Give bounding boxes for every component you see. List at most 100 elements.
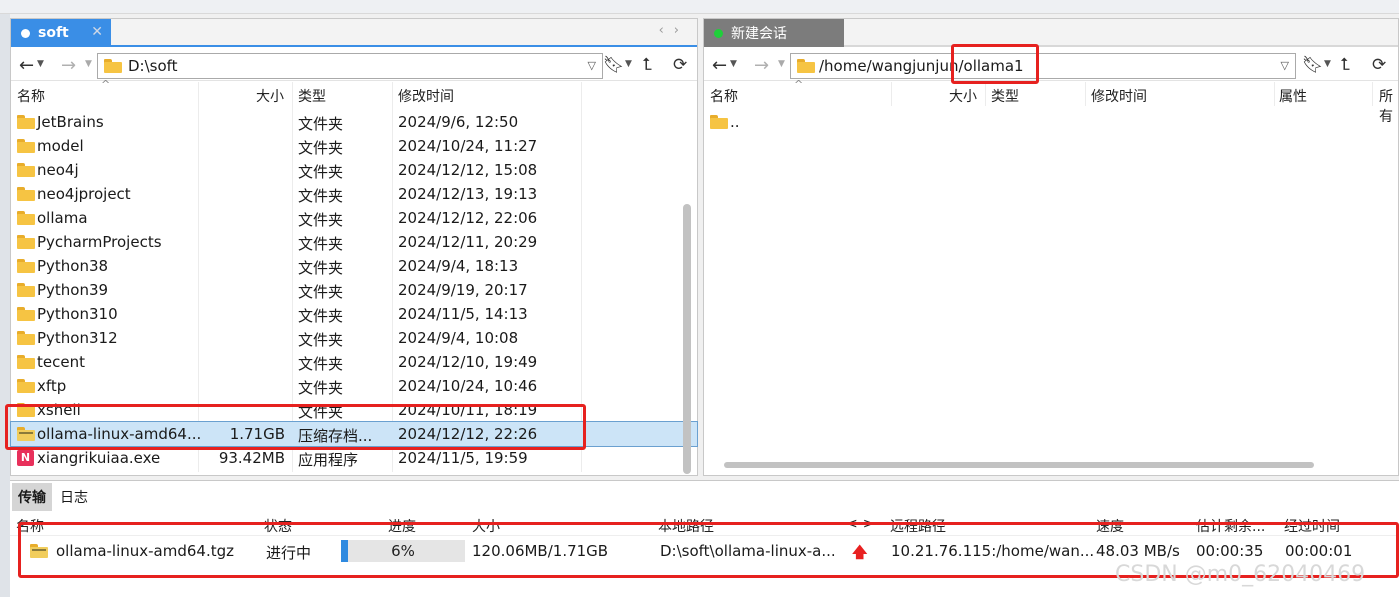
column-divider — [1085, 82, 1086, 106]
col-size[interactable]: 大小 — [949, 86, 977, 106]
forward-arrow-icon[interactable]: → — [61, 55, 76, 76]
folder-icon — [17, 187, 35, 201]
chevron-down-icon[interactable]: ▽ — [588, 59, 596, 72]
file-name: Python312 — [37, 329, 118, 347]
list-item[interactable]: model 文件夹 2024/10/24, 11:27 — [11, 134, 697, 158]
file-type: 文件夹 — [298, 235, 344, 253]
tab-transfer[interactable]: 传输 — [12, 483, 52, 511]
folder-icon — [17, 139, 35, 153]
folder-icon — [17, 283, 35, 297]
tab-remote-session[interactable]: 新建会话 — [704, 19, 844, 47]
top-strip — [0, 0, 1399, 14]
vertical-scrollbar[interactable] — [683, 204, 691, 474]
chevron-down-icon[interactable]: ▼ — [625, 59, 632, 69]
col-size[interactable]: 大小 — [256, 86, 284, 106]
list-item[interactable]: Python38 文件夹 2024/9/4, 18:13 — [11, 254, 697, 278]
annotation-box-remote-path — [951, 44, 1039, 84]
local-column-header: 名称 ^ 大小 类型 修改时间 — [11, 78, 697, 106]
chevron-down-icon[interactable]: ▽ — [1281, 59, 1289, 72]
file-name: Python38 — [37, 257, 109, 275]
remote-path-input[interactable]: /home/wangjunjun/ollama1 ▽ — [790, 53, 1296, 79]
file-modified: 2024/11/5, 14:13 — [398, 305, 528, 323]
parent-folder-icon[interactable]: ⮤ — [642, 55, 652, 75]
file-type: 应用程序 — [298, 451, 359, 469]
sort-caret-icon: ^ — [101, 78, 111, 91]
local-path-input[interactable]: D:\soft ▽ — [97, 53, 603, 79]
parent-folder-icon[interactable]: ⮤ — [1340, 55, 1350, 75]
close-icon[interactable]: ✕ — [91, 24, 103, 40]
file-modified: 2024/12/12, 22:06 — [398, 209, 538, 227]
file-type: 文件夹 — [298, 139, 344, 157]
app-window: { "left_pane": { "tab_label": "soft", "p… — [0, 0, 1399, 597]
list-item[interactable]: PycharmProjects 文件夹 2024/12/11, 20:29 — [11, 230, 697, 254]
col-name[interactable]: 名称 — [710, 86, 738, 106]
file-modified: 2024/10/24, 10:46 — [398, 377, 538, 395]
folder-icon — [17, 211, 35, 225]
refresh-icon[interactable]: ⟳ — [673, 55, 687, 75]
tab-scroll-icons[interactable]: ‹› — [659, 23, 689, 38]
file-name: PycharmProjects — [37, 233, 162, 251]
annotation-box-archive-file — [5, 404, 586, 450]
horizontal-scrollbar[interactable] — [724, 462, 1314, 468]
file-type: 文件夹 — [298, 307, 344, 325]
file-modified: 2024/9/6, 12:50 — [398, 113, 519, 131]
chevron-down-icon[interactable]: ▼ — [1324, 59, 1331, 69]
file-modified: 2024/12/10, 19:49 — [398, 353, 538, 371]
file-type: 文件夹 — [298, 163, 344, 181]
chevron-down-icon[interactable]: ▼ — [85, 59, 92, 69]
file-modified: 2024/12/13, 19:13 — [398, 185, 538, 203]
file-modified: 2024/11/5, 19:59 — [398, 449, 528, 467]
chevron-down-icon[interactable]: ▼ — [730, 59, 737, 69]
file-name: xftp — [37, 377, 67, 395]
col-modified[interactable]: 修改时间 — [1091, 86, 1147, 106]
list-item[interactable]: ollama 文件夹 2024/12/12, 22:06 — [11, 206, 697, 230]
back-arrow-icon[interactable]: ← — [19, 55, 34, 76]
file-name: Python310 — [37, 305, 118, 323]
refresh-icon[interactable]: ⟳ — [1372, 55, 1386, 75]
list-item[interactable]: .. — [704, 110, 1398, 134]
bookmark-icon[interactable]: 🔖︎ — [1302, 55, 1324, 75]
col-type[interactable]: 类型 — [991, 86, 1019, 106]
file-modified: 2024/12/12, 15:08 — [398, 161, 538, 179]
file-name: model — [37, 137, 84, 155]
file-type: 文件夹 — [298, 355, 344, 373]
bookmark-icon[interactable]: 🔖︎ — [603, 55, 625, 75]
tab-local-soft[interactable]: soft ✕ — [11, 19, 111, 47]
file-name: neo4j — [37, 161, 79, 179]
file-modified: 2024/9/19, 20:17 — [398, 281, 528, 299]
remote-column-header: 名称 ^ 大小 类型 修改时间 属性 所有 — [704, 78, 1398, 125]
col-modified[interactable]: 修改时间 — [398, 86, 454, 106]
list-item[interactable]: xftp 文件夹 2024/10/24, 10:46 — [11, 374, 697, 398]
column-divider — [891, 82, 892, 106]
list-item[interactable]: Python312 文件夹 2024/9/4, 10:08 — [11, 326, 697, 350]
back-arrow-icon[interactable]: ← — [712, 55, 727, 76]
list-item[interactable]: tecent 文件夹 2024/12/10, 19:49 — [11, 350, 697, 374]
list-item[interactable]: neo4jproject 文件夹 2024/12/13, 19:13 — [11, 182, 697, 206]
chevron-down-icon[interactable]: ▼ — [778, 59, 785, 69]
column-divider — [1372, 82, 1373, 106]
file-type: 文件夹 — [298, 187, 344, 205]
col-name[interactable]: 名称 — [17, 86, 45, 106]
forward-arrow-icon[interactable]: → — [754, 55, 769, 76]
list-item[interactable]: neo4j 文件夹 2024/12/12, 15:08 — [11, 158, 697, 182]
folder-icon — [17, 331, 35, 345]
sort-caret-icon: ^ — [794, 78, 804, 91]
file-size: 93.42MB — [218, 449, 285, 467]
list-item[interactable]: JetBrains 文件夹 2024/9/6, 12:50 — [11, 110, 697, 134]
folder-icon — [17, 115, 35, 129]
list-item[interactable]: Python39 文件夹 2024/9/19, 20:17 — [11, 278, 697, 302]
col-attr[interactable]: 属性 — [1279, 86, 1307, 106]
file-name: .. — [730, 113, 740, 131]
file-name: Python39 — [37, 281, 109, 299]
chevron-down-icon[interactable]: ▼ — [37, 59, 44, 69]
file-modified: 2024/9/4, 18:13 — [398, 257, 519, 275]
remote-address-bar: ← ▼ → ▼ /home/wangjunjun/ollama1 ▽ 🔖︎ ▼ … — [704, 49, 1398, 81]
list-item[interactable]: Python310 文件夹 2024/11/5, 14:13 — [11, 302, 697, 326]
tab-label: 新建会话 — [731, 26, 787, 42]
tab-log[interactable]: 日志 — [54, 483, 94, 511]
file-name: tecent — [37, 353, 85, 371]
file-name: JetBrains — [37, 113, 104, 131]
col-type[interactable]: 类型 — [298, 86, 326, 106]
column-divider — [1274, 82, 1275, 106]
folder-icon — [710, 115, 728, 129]
